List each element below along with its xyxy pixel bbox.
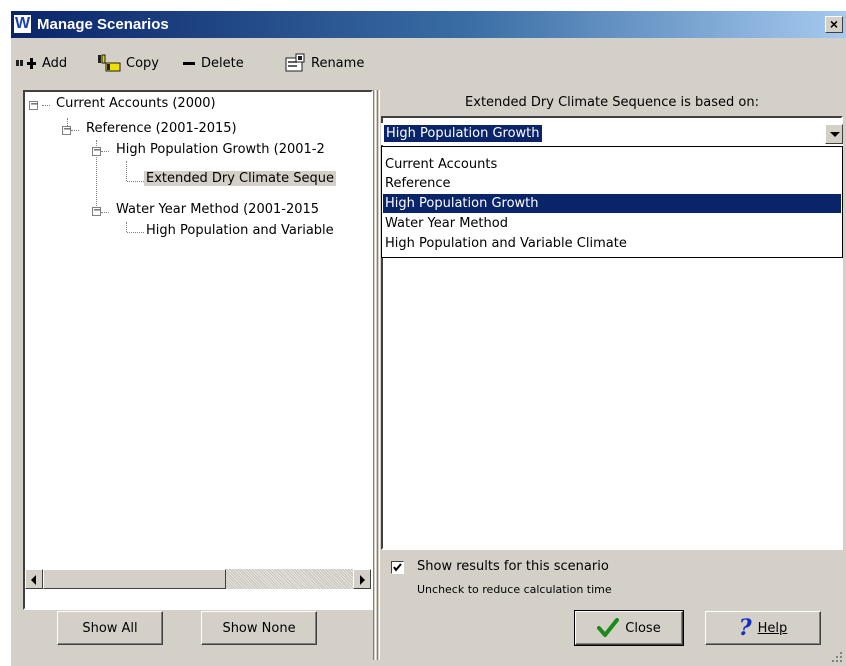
collapse-toggle-icon[interactable]: − (92, 146, 101, 156)
help-label: Help (757, 620, 788, 636)
copy-button[interactable]: Copy (97, 53, 159, 73)
tree-connector (101, 151, 109, 152)
chevron-down-icon (830, 132, 840, 137)
scroll-track[interactable] (226, 569, 353, 589)
close-button[interactable]: Close (574, 610, 684, 646)
option-high-population-growth[interactable]: High Population Growth (383, 194, 841, 213)
rename-label: Rename (311, 55, 365, 71)
resize-grip-icon[interactable] (830, 650, 844, 664)
option-water-year-method[interactable]: Water Year Method (383, 214, 841, 233)
delete-button[interactable]: Delete (182, 53, 244, 73)
show-none-button[interactable]: Show None (201, 611, 317, 645)
show-all-label: Show All (82, 620, 138, 636)
tree-node-high-population-growth[interactable]: High Population Growth (2001-2 (116, 142, 325, 157)
help-question-icon: ? (738, 615, 752, 641)
tree-node-reference[interactable]: Reference (2001-2015) (86, 121, 237, 136)
close-window-button[interactable]: × (825, 16, 843, 33)
show-results-checkbox[interactable] (391, 561, 404, 574)
collapse-toggle-icon[interactable]: − (92, 206, 101, 216)
tree-horizontal-scrollbar[interactable] (25, 569, 371, 589)
tree-node-current-accounts[interactable]: Current Accounts (2000) (56, 96, 216, 111)
based-on-combobox[interactable]: High Population Growth (381, 123, 843, 145)
based-on-dropdown-list[interactable]: Current Accounts Reference High Populati… (381, 146, 843, 258)
copy-label: Copy (126, 55, 159, 71)
combobox-dropdown-button[interactable] (825, 124, 843, 144)
based-on-panel: Extended Dry Climate Sequence is based o… (381, 90, 843, 550)
panel-splitter-edge (377, 90, 380, 660)
add-label: Add (42, 55, 68, 71)
add-button[interactable]: Add (15, 53, 67, 73)
tree-connector (126, 222, 127, 232)
option-current-accounts[interactable]: Current Accounts (383, 155, 841, 174)
add-icon (16, 58, 36, 69)
rename-icon (285, 53, 305, 72)
show-results-hint: Uncheck to reduce calculation time (417, 583, 612, 596)
delete-label: Delete (201, 55, 244, 71)
collapse-toggle-icon[interactable]: − (62, 125, 71, 135)
scenario-tree[interactable]: − Current Accounts (2000) − Reference (2… (23, 90, 373, 610)
collapse-toggle-icon[interactable]: − (29, 100, 38, 110)
title-bar[interactable]: W Manage Scenarios × (11, 11, 846, 38)
show-results-label[interactable]: Show results for this scenario (417, 559, 609, 574)
show-none-label: Show None (222, 620, 296, 636)
rename-button[interactable]: Rename (284, 53, 364, 73)
combobox-selected-value: High Population Growth (384, 125, 542, 142)
app-logo-icon: W (13, 14, 32, 34)
tree-connector (71, 130, 79, 131)
delete-icon (183, 62, 195, 65)
tree-connector (127, 181, 144, 182)
checkmark-icon (393, 563, 402, 572)
tree-node-extended-dry-climate[interactable]: Extended Dry Climate Seque (144, 171, 336, 186)
scroll-thumb[interactable] (43, 569, 226, 589)
arrow-left-icon (31, 575, 36, 585)
tree-connector (101, 212, 109, 213)
tree-connector (42, 105, 50, 106)
close-label: Close (625, 620, 661, 636)
tree-node-high-population-variable[interactable]: High Population and Variable (146, 223, 334, 238)
panel-splitter[interactable] (373, 90, 376, 660)
scroll-right-button[interactable] (353, 569, 371, 589)
option-high-population-variable-climate[interactable]: High Population and Variable Climate (383, 234, 841, 253)
tree-connector (127, 232, 144, 233)
copy-icon (98, 54, 121, 72)
window-title: Manage Scenarios (37, 16, 169, 33)
scroll-left-button[interactable] (25, 569, 43, 589)
tree-connector (126, 161, 127, 181)
option-reference[interactable]: Reference (383, 174, 841, 193)
help-button[interactable]: ? Help (705, 611, 821, 645)
toolbar: Add Copy Delete Rename (11, 38, 846, 82)
based-on-heading: Extended Dry Climate Sequence is based o… (381, 90, 843, 116)
manage-scenarios-dialog: W Manage Scenarios × Add Copy Delete Ren… (10, 10, 846, 666)
show-all-button[interactable]: Show All (57, 611, 163, 645)
checkmark-icon (597, 618, 620, 637)
tree-node-water-year-method[interactable]: Water Year Method (2001-2015 (116, 202, 319, 217)
arrow-right-icon (360, 575, 365, 585)
